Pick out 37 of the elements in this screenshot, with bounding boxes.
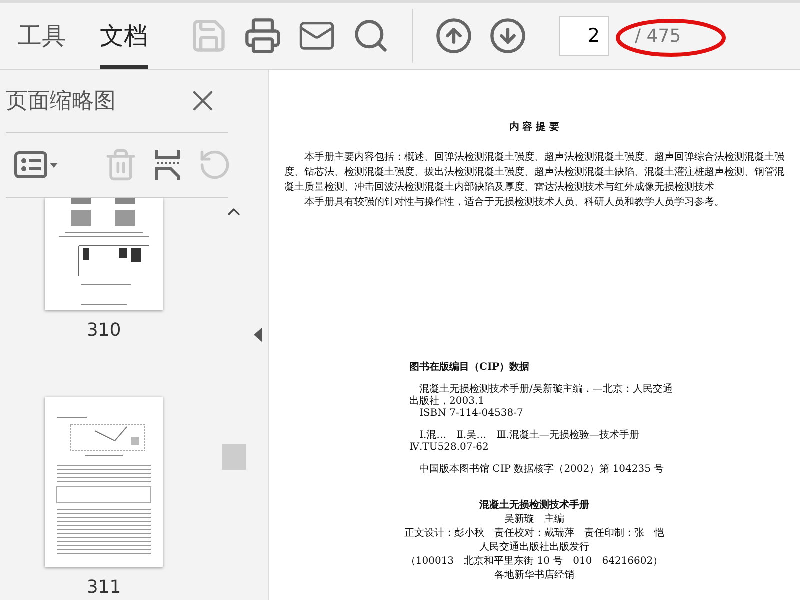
printer-icon <box>244 17 282 55</box>
page-thumbnail[interactable] <box>45 198 163 310</box>
page-number-label: 310 <box>86 320 122 341</box>
print-button[interactable] <box>244 17 282 55</box>
options-button[interactable] <box>14 150 60 180</box>
cip-line: 混凝土无损检测技术手册/吴新璇主编．—北京：人民交通出版社，2003.1 <box>410 384 674 408</box>
cip-line: 中国版本图书馆 CIP 数据核字（2002）第 104235 号 <box>418 464 666 476</box>
search-button[interactable] <box>352 17 390 55</box>
next-button[interactable] <box>489 17 527 55</box>
page-count: / 475 <box>635 26 682 46</box>
list-options-icon <box>14 150 60 180</box>
toolbar-tab[interactable]: 工具 <box>18 3 66 69</box>
prev-button[interactable] <box>435 17 473 55</box>
credit-line: 吴新璇 主编 <box>504 513 564 526</box>
save-icon <box>190 17 228 55</box>
scrollbar-thumb[interactable] <box>222 444 246 470</box>
credit-line: 各地新华书店经销 <box>494 569 574 582</box>
credit-line: （100013 北京和平里东街 10 号 010 64216602） <box>406 555 664 568</box>
page-extract-icon <box>154 149 182 181</box>
page-number-field[interactable]: 2 <box>559 16 609 56</box>
book-title: 混凝土无损检测技术手册 <box>480 498 590 512</box>
collapse-triangle-icon[interactable] <box>254 328 262 342</box>
panel-title: 页面缩略图 <box>6 88 116 116</box>
extract-button[interactable] <box>154 149 182 181</box>
page-number-label: 311 <box>86 577 122 598</box>
cip-title: 图书在版编目（CIP）数据 <box>410 360 531 374</box>
page-heading: 内 容 提 要 <box>509 120 560 134</box>
rotate-icon <box>198 148 232 182</box>
cip-line: Ⅰ.混… Ⅱ.吴… Ⅲ.混凝土—无损检验—技术手册 Ⅳ.TU528.07-62 <box>410 430 640 454</box>
trash-icon <box>104 148 138 182</box>
abstract-paragraph: 本手册具有较强的针对性与操作性，适合于无损检测技术人员、科研人员和教学人员学习参考。 <box>304 196 726 210</box>
abstract-paragraph: 本手册主要内容包括：概述、回弹法检测混凝土强度、超声法检测混凝土强度、超声回弹综合法检测混凝土强度、钻芯法、检测混凝土强度、拔出法检测混凝土强度、超声法检测混凝土缺陷、混凝土灌注桩超声检测、钢管混凝土质量检测、冲击回波法检测混凝土内部缺陷及厚度、雷达法检测技术与红外成像无损检测技术 <box>284 150 784 195</box>
cip-line: ISBN 7-114-04538-7 <box>418 408 524 420</box>
credit-line: 正文设计：彭小秋 责任校对：戴瑞萍 责任印制：张 恺 <box>404 527 664 540</box>
page-thumbnail[interactable] <box>45 397 163 567</box>
credit-line: 人民交通出版社出版发行 <box>480 541 590 554</box>
search-icon <box>352 17 390 55</box>
